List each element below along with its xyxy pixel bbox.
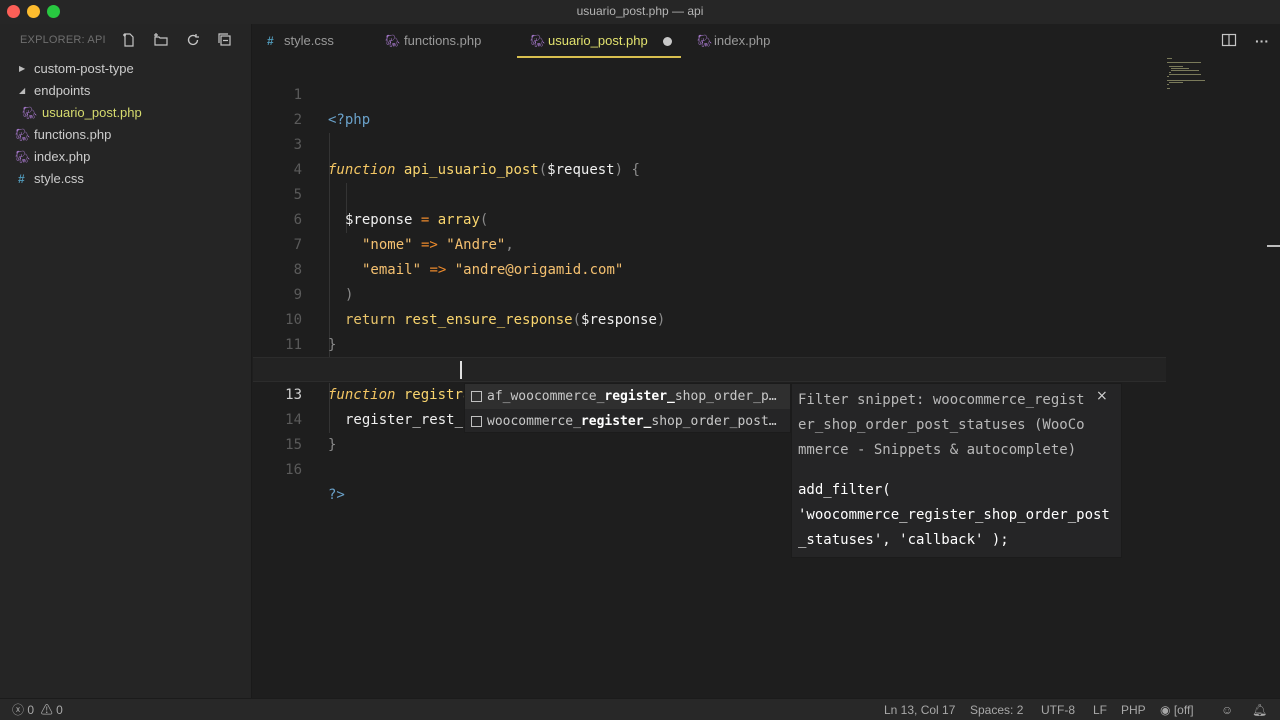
tab-usuario-post-php[interactable]: 🐘︎ usuario_post.php [517, 24, 681, 58]
encoding-setting[interactable]: UTF-8 [1041, 699, 1075, 720]
code-editor[interactable]: 1 <?php 2 3 function api_usuario_post($r… [253, 58, 1280, 698]
snippet-description: Filter snippet: woocommerce_regist er_sh… [798, 392, 1085, 458]
autocomplete-item[interactable]: woocommerce_register_shop_order_post_sta… [465, 409, 790, 434]
warning-icon: ⚠ [40, 703, 53, 717]
file-tree: ▶ custom-post-type ◢ endpoints 🐘︎ usuari… [0, 58, 252, 190]
tree-file-style-css[interactable]: # style.css [0, 168, 252, 190]
tree-item-label: style.css [34, 171, 84, 186]
text-cursor [460, 361, 462, 379]
minimap[interactable] [1165, 58, 1207, 98]
window-title: usuario_post.php — api [576, 4, 704, 18]
snippet-preview: add_filter( 'woocommerce_register_shop_o… [798, 482, 1110, 548]
tree-item-label: functions.php [34, 127, 112, 142]
explorer-header: EXPLORER: API [0, 24, 252, 56]
problems-indicator[interactable]: ⓧ 0 ⚠ 0 [12, 699, 63, 720]
snippet-icon [471, 416, 482, 427]
snippet-icon [471, 391, 482, 402]
autocomplete-item[interactable]: af_woocommerce_register_shop_order_post_… [465, 384, 790, 409]
error-count: 0 [27, 703, 35, 717]
php-elephant-icon: 🐘︎ [15, 128, 31, 142]
tab-label: usuario_post.php [548, 33, 648, 48]
new-folder-icon[interactable] [153, 32, 169, 48]
explorer-title: EXPLORER: API [20, 34, 106, 46]
tree-folder-endpoints[interactable]: ◢ endpoints [0, 80, 252, 102]
tree-folder-custom-post-type[interactable]: ▶ custom-post-type [0, 58, 252, 80]
code-line[interactable]: 12 function registrar_api_usuario_post()… [253, 333, 1280, 403]
tree-item-label: endpoints [34, 83, 91, 98]
tree-file-usuario-post[interactable]: 🐘︎ usuario_post.php [0, 102, 252, 124]
error-icon: ⓧ [12, 703, 25, 717]
tree-item-label: usuario_post.php [42, 105, 142, 120]
editor-tabs: # style.css 🐘︎ functions.php 🐘︎ usuario_… [253, 24, 1280, 58]
collapse-all-icon[interactable] [217, 32, 233, 48]
refresh-icon[interactable] [185, 32, 201, 48]
code-line[interactable]: 16 ?> [253, 433, 1280, 503]
autocomplete-details: Filter snippet: woocommerce_regist er_sh… [791, 383, 1122, 558]
code-line[interactable]: 10 } [253, 283, 1280, 353]
code-line[interactable]: 4 [253, 133, 1280, 178]
tree-file-functions[interactable]: 🐘︎ functions.php [0, 124, 252, 146]
language-mode[interactable]: PHP [1121, 699, 1146, 720]
code-line[interactable]: 5 $reponse = array( [253, 158, 1280, 228]
php-elephant-icon: 🐘︎ [22, 106, 38, 120]
code-line-current[interactable]: 13 register_rest_ [253, 357, 1166, 428]
line-number: 16 [285, 462, 302, 478]
title-bar: usuario_post.php — api [0, 0, 1280, 24]
css-hash-icon: # [18, 172, 25, 186]
code-line[interactable]: 1 <?php [253, 58, 1280, 128]
warning-count: 0 [56, 703, 63, 717]
tab-label: style.css [284, 33, 334, 48]
autocomplete-item-label: woocommerce_register_shop_order_post_sta… [487, 414, 783, 429]
tab-index-php[interactable]: 🐘︎ index.php [697, 24, 807, 58]
code-line[interactable]: 9 return rest_ensure_response($response) [253, 258, 1280, 328]
php-elephant-icon: 🐘︎ [530, 34, 546, 48]
code-text: ?> [328, 487, 345, 503]
autocomplete-list: af_woocommerce_register_shop_order_post_… [464, 383, 791, 433]
tree-file-index[interactable]: 🐘︎ index.php [0, 146, 252, 168]
chevron-right-icon: ▶ [19, 64, 26, 73]
unsaved-dot-icon[interactable] [663, 37, 672, 46]
code-line[interactable]: 2 [253, 83, 1280, 128]
tree-item-label: index.php [34, 149, 91, 164]
php-elephant-icon: 🐘︎ [697, 34, 713, 48]
eye-icon: ◉ [1160, 703, 1171, 717]
chevron-down-icon: ◢ [19, 86, 26, 95]
tab-label: index.php [714, 33, 771, 48]
scrollbar-position-marker[interactable] [1267, 245, 1280, 247]
status-bar: ⓧ 0 ⚠ 0 Ln 13, Col 17 Spaces: 2 UTF-8 LF… [0, 698, 1280, 720]
php-elephant-icon: 🐘︎ [385, 34, 401, 48]
indentation-setting[interactable]: Spaces: 2 [970, 699, 1023, 720]
code-line[interactable]: 6 "nome" => "Andre", [253, 183, 1280, 253]
code-line[interactable]: 11 [253, 308, 1280, 353]
autocomplete-item-label: af_woocommerce_register_shop_order_post_… [487, 389, 783, 404]
explorer-sidebar: EXPLORER: API ▶ custom-post-type ◢ endpo… [0, 24, 252, 698]
split-editor-icon[interactable] [1220, 32, 1238, 50]
close-icon[interactable]: × [1096, 388, 1108, 404]
code-line[interactable]: 3 function api_usuario_post($request) { [253, 108, 1280, 178]
more-actions-icon[interactable]: ··· [1253, 32, 1271, 50]
tab-label: functions.php [404, 33, 482, 48]
tab-functions-php[interactable]: 🐘︎ functions.php [385, 24, 515, 58]
extension-status[interactable]: ◉ [off] [1160, 699, 1194, 720]
code-line[interactable]: 8 ) [253, 233, 1280, 303]
tab-style-css[interactable]: # style.css [267, 24, 377, 58]
php-elephant-icon: 🐘︎ [15, 150, 31, 164]
css-hash-icon: # [267, 34, 274, 48]
code-line[interactable]: 7 "email" => "andre@origamid.com" [253, 208, 1280, 278]
eol-setting[interactable]: LF [1093, 699, 1107, 720]
cursor-position[interactable]: Ln 13, Col 17 [884, 699, 955, 720]
feedback-smiley-icon[interactable]: ☺ [1221, 699, 1233, 720]
notifications-bell-icon[interactable]: 🔔︎ [1252, 699, 1267, 720]
new-file-icon[interactable] [121, 32, 137, 48]
tree-item-label: custom-post-type [34, 61, 134, 76]
